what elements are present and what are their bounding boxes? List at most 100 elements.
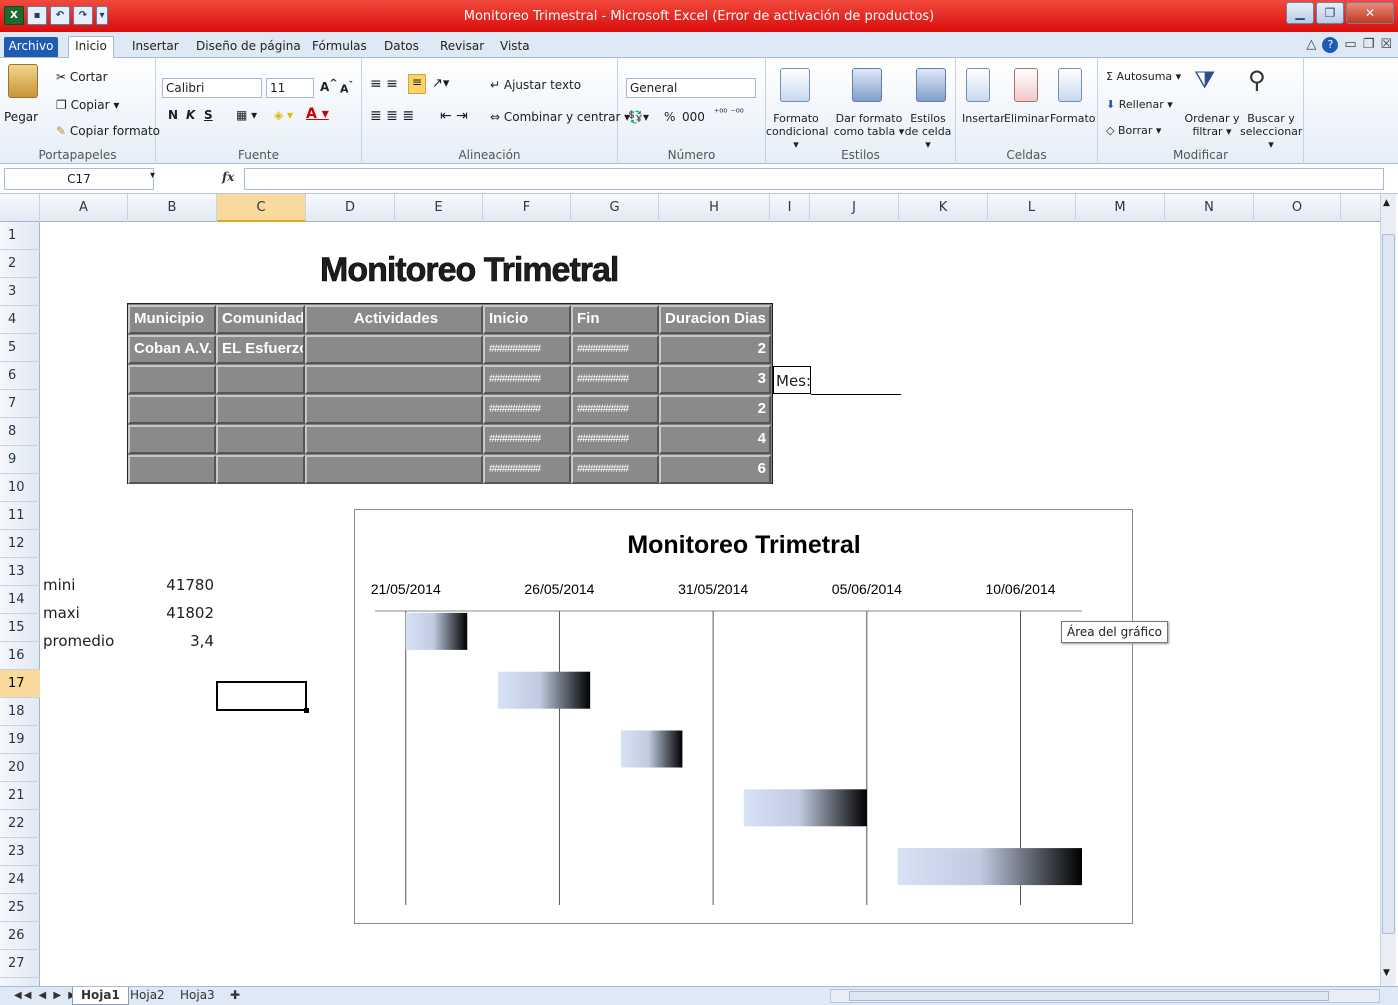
column-header-e[interactable]: E bbox=[395, 194, 483, 222]
paste-icon[interactable] bbox=[8, 64, 38, 98]
table-cell[interactable]: ########## bbox=[483, 395, 571, 424]
gantt-bar[interactable] bbox=[743, 789, 867, 827]
name-box-dropdown-icon[interactable]: ▾ bbox=[150, 170, 155, 181]
column-header-h[interactable]: H bbox=[659, 194, 770, 222]
wrap-text-button[interactable]: ↵ Ajustar texto bbox=[490, 78, 581, 92]
table-header-cell[interactable]: Municipio bbox=[128, 305, 216, 334]
row-header-11[interactable]: 11 bbox=[0, 502, 40, 530]
table-cell[interactable]: ########## bbox=[571, 395, 659, 424]
row-header-20[interactable]: 20 bbox=[0, 754, 40, 782]
column-header-g[interactable]: G bbox=[571, 194, 659, 222]
gantt-bar[interactable] bbox=[405, 612, 468, 650]
insert-function-button[interactable]: fx bbox=[222, 170, 234, 184]
delete-button[interactable]: Eliminar bbox=[1004, 112, 1049, 125]
row-header-8[interactable]: 8 bbox=[0, 418, 40, 446]
row-header-14[interactable]: 14 bbox=[0, 586, 40, 614]
tab-revisar[interactable]: Revisar bbox=[440, 37, 484, 57]
restore-button[interactable]: ❐ bbox=[1316, 2, 1344, 24]
format-painter-button[interactable]: ✎ Copiar formato bbox=[56, 124, 160, 138]
close-button[interactable]: ✕ bbox=[1346, 2, 1394, 24]
fill-handle[interactable] bbox=[304, 708, 309, 713]
name-box[interactable]: C17 bbox=[4, 168, 154, 190]
table-cell[interactable]: 6 bbox=[659, 455, 771, 484]
format-as-table-button[interactable]: Dar formato como tabla ▾ bbox=[832, 112, 906, 138]
column-header-j[interactable]: J bbox=[810, 194, 899, 222]
sort-filter-button[interactable]: Ordenar y filtrar ▾ bbox=[1184, 112, 1240, 138]
column-header-k[interactable]: K bbox=[899, 194, 988, 222]
row-header-21[interactable]: 21 bbox=[0, 782, 40, 810]
copy-button[interactable]: ❐ Copiar ▾ bbox=[56, 98, 119, 112]
thousands-button[interactable]: 000 bbox=[682, 110, 705, 124]
percent-button[interactable]: % bbox=[664, 110, 675, 124]
row-header-12[interactable]: 12 bbox=[0, 530, 40, 558]
table-cell[interactable] bbox=[216, 395, 305, 424]
doc-restore-icon[interactable]: ❐ bbox=[1363, 37, 1375, 53]
table-cell[interactable]: 2 bbox=[659, 395, 771, 424]
select-all-corner[interactable] bbox=[0, 194, 40, 222]
horizontal-scrollbar[interactable] bbox=[830, 989, 1380, 1003]
row-header-23[interactable]: 23 bbox=[0, 838, 40, 866]
scroll-down-icon[interactable]: ▼ bbox=[1383, 968, 1390, 978]
table-header-cell[interactable]: Actividades bbox=[305, 305, 483, 334]
table-cell[interactable]: ########## bbox=[483, 425, 571, 454]
table-cell[interactable]: ########## bbox=[483, 455, 571, 484]
table-cell[interactable]: ########## bbox=[571, 455, 659, 484]
doc-minimize-icon[interactable]: ▭ bbox=[1344, 37, 1356, 53]
tab-datos[interactable]: Datos bbox=[384, 37, 419, 57]
autosum-button[interactable]: Σ Autosuma ▾ bbox=[1106, 70, 1181, 83]
table-cell[interactable] bbox=[305, 455, 483, 484]
sheet-tab-hoja3[interactable]: Hoja3 bbox=[172, 987, 223, 1005]
format-button[interactable]: Formato bbox=[1050, 112, 1096, 125]
column-header-a[interactable]: A bbox=[40, 194, 128, 222]
sheet-tab-hoja2[interactable]: Hoja2 bbox=[122, 987, 173, 1005]
doc-close-icon[interactable]: ☒ bbox=[1380, 37, 1392, 53]
table-cell[interactable] bbox=[305, 365, 483, 394]
row-header-5[interactable]: 5 bbox=[0, 334, 40, 362]
merge-center-button[interactable]: ⇔ Combinar y centrar ▾ bbox=[490, 110, 630, 124]
insert-button[interactable]: Insertar bbox=[962, 112, 1005, 125]
delete-cells-icon[interactable] bbox=[1014, 68, 1038, 102]
tab-inicio[interactable]: Inicio bbox=[68, 36, 114, 59]
vertical-scrollbar[interactable]: ▲ ▼ bbox=[1380, 194, 1396, 986]
currency-icon[interactable]: 💱▾ bbox=[628, 110, 649, 124]
row-header-24[interactable]: 24 bbox=[0, 866, 40, 894]
row-header-9[interactable]: 9 bbox=[0, 446, 40, 474]
cut-button[interactable]: ✂ Cortar bbox=[56, 70, 108, 84]
tab-archivo[interactable]: Archivo bbox=[4, 37, 58, 57]
table-cell[interactable]: ########## bbox=[571, 365, 659, 394]
tab-insertar[interactable]: Insertar bbox=[132, 37, 179, 57]
gantt-chart[interactable]: Monitoreo Trimetral 21/05/2014 26/05/2014 3… bbox=[354, 509, 1133, 924]
table-cell[interactable]: ########## bbox=[483, 335, 571, 364]
row-header-26[interactable]: 26 bbox=[0, 922, 40, 950]
conditional-format-button[interactable]: Formato condicional ▾ bbox=[766, 112, 828, 151]
table-cell[interactable]: 4 bbox=[659, 425, 771, 454]
table-cell[interactable]: EL Esfuerzo2 bbox=[216, 335, 305, 364]
minimize-button[interactable]: ▁ bbox=[1286, 2, 1314, 24]
find-select-button[interactable]: Buscar y seleccionar ▾ bbox=[1240, 112, 1302, 151]
row-header-17[interactable]: 17 bbox=[0, 670, 40, 698]
row-header-25[interactable]: 25 bbox=[0, 894, 40, 922]
row-header-2[interactable]: 2 bbox=[0, 250, 40, 278]
column-header-o[interactable]: O bbox=[1254, 194, 1341, 222]
column-header-i[interactable]: I bbox=[770, 194, 810, 222]
horizontal-scroll-thumb[interactable] bbox=[849, 991, 1329, 1001]
binoculars-icon[interactable]: ⚲ bbox=[1248, 66, 1266, 94]
gantt-bar[interactable] bbox=[897, 848, 1082, 886]
table-cell[interactable] bbox=[305, 335, 483, 364]
font-name-combo[interactable]: Calibri bbox=[162, 78, 262, 98]
table-cell[interactable] bbox=[305, 395, 483, 424]
table-cell[interactable] bbox=[216, 455, 305, 484]
row-header-16[interactable]: 16 bbox=[0, 642, 40, 670]
gantt-bar[interactable] bbox=[620, 730, 683, 768]
table-header-cell[interactable]: Duracion Dias bbox=[659, 305, 771, 334]
cell-styles-button[interactable]: Estilos de celda ▾ bbox=[902, 112, 954, 151]
insert-cells-icon[interactable] bbox=[966, 68, 990, 102]
table-cell[interactable]: ########## bbox=[571, 425, 659, 454]
tab-diseno-pagina[interactable]: Diseño de página bbox=[196, 37, 301, 57]
table-cell[interactable] bbox=[128, 425, 216, 454]
table-cell[interactable] bbox=[216, 365, 305, 394]
row-header-7[interactable]: 7 bbox=[0, 390, 40, 418]
table-cell[interactable] bbox=[128, 395, 216, 424]
column-header-l[interactable]: L bbox=[988, 194, 1076, 222]
row-header-3[interactable]: 3 bbox=[0, 278, 40, 306]
